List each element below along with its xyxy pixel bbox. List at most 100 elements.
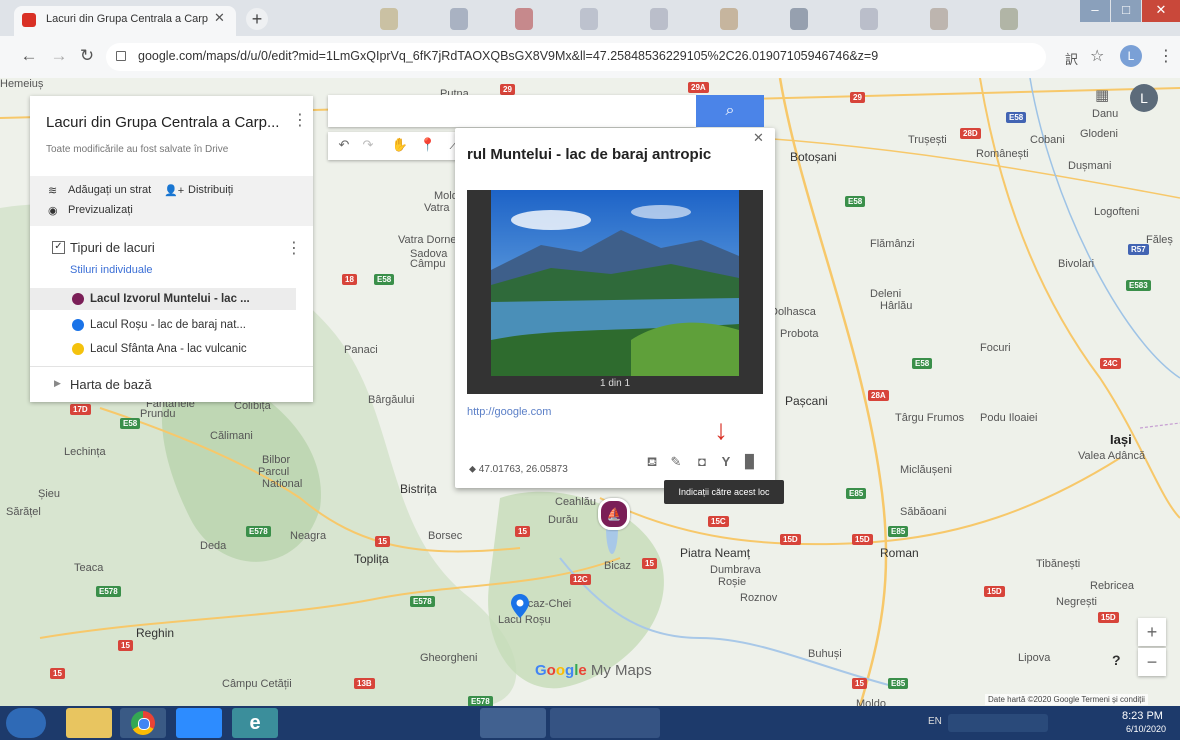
place-label: Lacul Izvorul Muntelui - lac ... bbox=[90, 293, 250, 305]
map-search-input[interactable] bbox=[328, 95, 696, 127]
chrome-icon[interactable] bbox=[120, 708, 166, 738]
map-attribution[interactable]: Date hartă ©2020 Google Termeni și condi… bbox=[985, 694, 1148, 705]
zoom-out-button[interactable]: − bbox=[1138, 648, 1166, 676]
zoom-in-button[interactable]: + bbox=[1138, 618, 1166, 646]
delete-trash-icon[interactable]: ▉ bbox=[741, 454, 759, 470]
redo-icon[interactable]: ↷ bbox=[358, 137, 378, 153]
blue-pin-marker-icon[interactable] bbox=[511, 594, 529, 618]
profile-avatar[interactable]: L bbox=[1120, 45, 1142, 67]
address-bar[interactable]: google.com/maps/d/u/0/edit?mid=1LmGxQIpr… bbox=[106, 43, 1046, 71]
map-place-label: Valea Adâncă bbox=[1078, 450, 1146, 462]
forward-icon[interactable]: → bbox=[48, 46, 70, 66]
road-shield: 12C bbox=[570, 574, 591, 585]
language-indicator[interactable]: EN bbox=[928, 716, 942, 727]
search-icon: ⌕ bbox=[725, 102, 735, 119]
photo-viewer[interactable]: 1 din 1 bbox=[467, 190, 763, 394]
file-explorer-icon[interactable] bbox=[66, 708, 112, 738]
search-button[interactable]: ⌕ bbox=[696, 95, 764, 127]
road-shield: E578 bbox=[246, 526, 271, 537]
account-avatar[interactable]: L bbox=[1130, 84, 1158, 112]
browser-menu-icon[interactable]: ⋮ bbox=[1158, 46, 1174, 66]
road-shield: E578 bbox=[410, 596, 435, 607]
boat-marker-icon[interactable]: ⛵ bbox=[598, 498, 630, 530]
hand-pan-icon[interactable]: ✋ bbox=[390, 137, 410, 153]
map-place-label: Neagra bbox=[290, 530, 327, 542]
lake-photo[interactable] bbox=[491, 190, 739, 376]
help-icon[interactable]: ? bbox=[1112, 652, 1121, 668]
close-tab-icon[interactable]: ✕ bbox=[214, 10, 225, 26]
reload-icon[interactable]: ↻ bbox=[76, 46, 98, 66]
road-shield: E58 bbox=[912, 358, 933, 369]
url-text: google.com/maps/d/u/0/edit?mid=1LmGxQIpr… bbox=[138, 49, 879, 63]
start-button[interactable] bbox=[6, 708, 46, 738]
layers-icon: ≋ bbox=[48, 185, 58, 197]
map-place-label: Gheorgheni bbox=[420, 652, 478, 664]
maximize-window-button[interactable]: □ bbox=[1111, 0, 1141, 22]
translate-icon[interactable]: 訳 bbox=[1065, 49, 1078, 68]
layer-title[interactable]: Tipuri de lacuri bbox=[70, 240, 155, 255]
clock-time[interactable]: 8:23 PM bbox=[1122, 710, 1163, 722]
undo-icon[interactable]: ↶ bbox=[334, 137, 354, 153]
minimize-window-button[interactable]: – bbox=[1080, 0, 1110, 22]
edit-pencil-icon[interactable]: ✎ bbox=[667, 454, 685, 470]
add-layer-button[interactable]: Adăugați un strat bbox=[68, 184, 151, 196]
map-place-label: Dolhasca bbox=[770, 306, 816, 318]
blurred-tab-icon bbox=[450, 8, 468, 30]
map-place-label: Negrești bbox=[1056, 596, 1097, 608]
zoom-app-icon[interactable] bbox=[176, 708, 222, 738]
map-place-label: Moldo bbox=[856, 698, 886, 706]
basemap-section[interactable]: ▶ Harta de bază bbox=[30, 366, 313, 403]
map-place-label: Iași bbox=[1110, 432, 1132, 447]
bookmark-star-icon[interactable]: ☆ bbox=[1090, 46, 1104, 66]
back-icon[interactable]: ← bbox=[18, 46, 40, 66]
map-place-label: Panaci bbox=[344, 344, 378, 356]
description-link[interactable]: http://google.com bbox=[467, 406, 551, 418]
map-place-label: Roșie bbox=[718, 576, 747, 588]
road-shield: 28A bbox=[868, 390, 889, 401]
google-my-maps-logo: Google My Maps bbox=[535, 662, 652, 679]
browser-tab[interactable]: Lacuri din Grupa Centrala a Carp ✕ bbox=[14, 6, 236, 36]
map-place-label: Călimani bbox=[210, 430, 253, 442]
map-place-label: National bbox=[262, 478, 303, 490]
directions-icon[interactable]: Y bbox=[717, 454, 735, 469]
blurred-tab-icon bbox=[930, 8, 948, 30]
road-shield: E58 bbox=[374, 274, 395, 285]
place-marker-icon bbox=[72, 293, 84, 305]
layer-options-kebab-icon[interactable]: ⋮ bbox=[286, 238, 302, 258]
individual-styles-link[interactable]: Stiluri individuale bbox=[70, 264, 153, 276]
basemap-label: Harta de bază bbox=[70, 377, 152, 392]
preview-button[interactable]: Previzualizați bbox=[68, 204, 133, 216]
map-place-label: Lipova bbox=[1018, 652, 1051, 664]
map-place-label: Roman bbox=[880, 546, 919, 560]
close-window-button[interactable]: ✕ bbox=[1142, 0, 1180, 22]
clock-date[interactable]: 6/10/2020 bbox=[1126, 724, 1166, 734]
road-shield: 15D bbox=[780, 534, 801, 545]
road-shield: 15D bbox=[984, 586, 1005, 597]
road-shield: 15D bbox=[1098, 612, 1119, 623]
map-options-kebab-icon[interactable]: ⋮ bbox=[292, 110, 308, 130]
place-list-item[interactable]: Lacul Roșu - lac de baraj nat... bbox=[30, 314, 296, 336]
share-button[interactable]: Distribuiți bbox=[188, 184, 233, 196]
blurred-tab-icon bbox=[720, 8, 738, 30]
layer-visibility-checkbox[interactable]: ✓ bbox=[52, 241, 65, 254]
map-place-label: Bicaz bbox=[604, 560, 631, 572]
map-place-label: Vatra bbox=[424, 202, 450, 214]
place-list-item[interactable]: Lacul Sfânta Ana - lac vulcanic bbox=[30, 338, 296, 360]
map-place-label: Durău bbox=[548, 514, 578, 526]
edge-e-icon[interactable]: e bbox=[232, 708, 278, 738]
camera-icon[interactable]: ◘ bbox=[693, 454, 711, 469]
map-place-label: Rebricea bbox=[1090, 580, 1135, 592]
add-marker-icon[interactable]: 📍 bbox=[418, 137, 438, 153]
paint-bucket-icon[interactable]: ⛾ bbox=[643, 454, 661, 472]
google-apps-grid-icon[interactable]: ▦ bbox=[1095, 86, 1109, 104]
close-popup-icon[interactable]: ✕ bbox=[753, 130, 764, 146]
place-list-item[interactable]: Lacul Izvorul Muntelui - lac ... bbox=[30, 288, 296, 310]
lock-icon[interactable] bbox=[116, 51, 126, 61]
map-title[interactable]: Lacuri din Grupa Centrala a Carp... bbox=[46, 114, 279, 131]
expand-arrow-icon[interactable]: ▶ bbox=[54, 378, 61, 389]
new-tab-button[interactable]: + bbox=[246, 8, 268, 30]
system-tray-icons[interactable] bbox=[948, 714, 1048, 732]
road-shield: E85 bbox=[888, 678, 909, 689]
map-place-label: Teaca bbox=[74, 562, 104, 574]
map-place-label: Vatra Dornei bbox=[398, 234, 459, 246]
